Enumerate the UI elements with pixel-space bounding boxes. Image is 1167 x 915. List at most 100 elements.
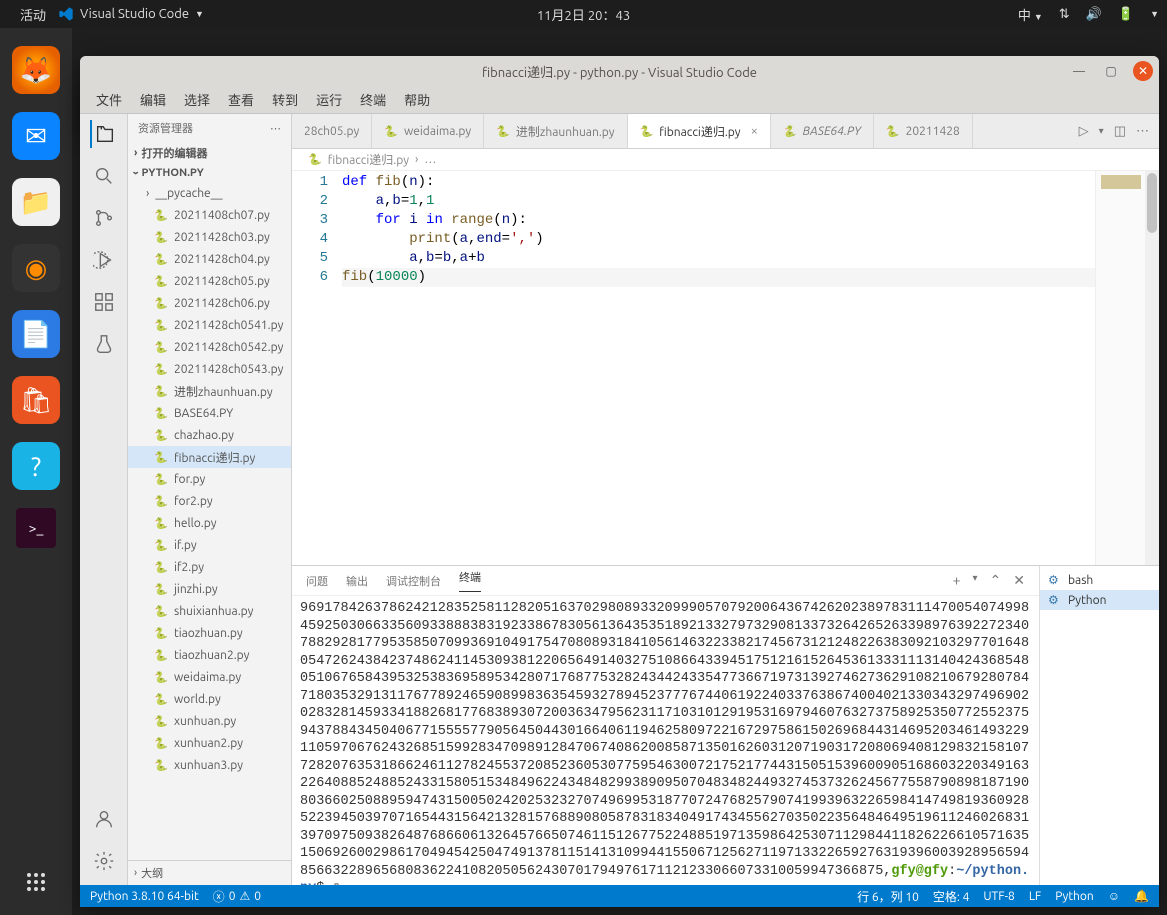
rhythmbox-icon[interactable]: ◉	[12, 244, 60, 292]
file-xunhuan3.py[interactable]: 🐍xunhuan3.py	[128, 754, 291, 776]
split-editor-icon[interactable]: ◫	[1114, 124, 1126, 139]
file-jinzhi.py[interactable]: 🐍jinzhi.py	[128, 578, 291, 600]
close-panel-icon[interactable]: ✕	[1013, 572, 1025, 589]
menu-查看[interactable]: 查看	[220, 88, 262, 111]
file-hello.py[interactable]: 🐍hello.py	[128, 512, 291, 534]
status-language[interactable]: Python	[1055, 890, 1094, 903]
feedback-icon[interactable]: ☺	[1108, 889, 1120, 903]
run-icon[interactable]: ▷	[1079, 124, 1089, 139]
file-20211408ch07.py[interactable]: 🐍20211408ch07.py	[128, 204, 291, 226]
scrollbar[interactable]	[1145, 171, 1159, 565]
menu-编辑[interactable]: 编辑	[132, 88, 174, 111]
file-20211428ch04.py[interactable]: 🐍20211428ch04.py	[128, 248, 291, 270]
libreoffice-icon[interactable]: 📄	[12, 310, 60, 358]
tab-problems[interactable]: 问题	[306, 573, 328, 589]
tab-debug-console[interactable]: 调试控制台	[386, 573, 441, 589]
firefox-icon[interactable]: 🦊	[12, 46, 60, 94]
more-icon[interactable]: ⋯	[270, 122, 281, 135]
extensions-icon[interactable]	[90, 288, 118, 316]
minimize-button[interactable]: —	[1069, 61, 1089, 81]
maximize-button[interactable]: ▢	[1101, 61, 1121, 81]
outline-section[interactable]: › 大纲	[128, 860, 291, 885]
file-20211428ch0541.py[interactable]: 🐍20211428ch0541.py	[128, 314, 291, 336]
window-titlebar[interactable]: fibnacci递归.py - python.py - Visual Studi…	[80, 56, 1159, 86]
testing-icon[interactable]	[90, 330, 118, 358]
code-content[interactable]: def fib(n): a,b=1,1 for i in range(n): p…	[342, 171, 1095, 565]
file-20211428ch0542.py[interactable]: 🐍20211428ch0542.py	[128, 336, 291, 358]
file-进制zhaunhuan.py[interactable]: 🐍进制zhaunhuan.py	[128, 380, 291, 402]
source-control-icon[interactable]	[90, 204, 118, 232]
new-terminal-icon[interactable]: +	[953, 572, 961, 589]
file-if2.py[interactable]: 🐍if2.py	[128, 556, 291, 578]
breadcrumb[interactable]: 🐍 fibnacci递归.py › …	[292, 149, 1159, 171]
volume-icon[interactable]: 🔊	[1086, 7, 1102, 22]
file-chazhao.py[interactable]: 🐍chazhao.py	[128, 424, 291, 446]
file-xunhuan2.py[interactable]: 🐍xunhuan2.py	[128, 732, 291, 754]
project-section[interactable]: › PYTHON.PY	[128, 164, 291, 182]
thunderbird-icon[interactable]: ✉	[12, 112, 60, 160]
help-icon[interactable]: ?	[12, 442, 60, 490]
file-20211428ch0543.py[interactable]: 🐍20211428ch0543.py	[128, 358, 291, 380]
tab-BASE64.PY[interactable]: 🐍BASE64.PY	[771, 114, 874, 148]
maximize-panel-icon[interactable]: ⌃	[990, 572, 1002, 589]
close-button[interactable]: ✕	[1133, 61, 1153, 81]
app-menu[interactable]: Visual Studio Code ▼	[58, 6, 204, 22]
status-eol[interactable]: LF	[1029, 890, 1041, 903]
network-icon[interactable]: ⇅	[1059, 7, 1070, 22]
menu-运行[interactable]: 运行	[308, 88, 350, 111]
file-20211428ch03.py[interactable]: 🐍20211428ch03.py	[128, 226, 291, 248]
tab-fibnacci递归.py[interactable]: 🐍fibnacci递归.py×	[628, 114, 771, 148]
clock[interactable]: 11月2日 20：43	[537, 5, 630, 24]
minimap[interactable]	[1095, 171, 1145, 565]
file-xunhuan.py[interactable]: 🐍xunhuan.py	[128, 710, 291, 732]
file-20211428ch05.py[interactable]: 🐍20211428ch05.py	[128, 270, 291, 292]
menu-终端[interactable]: 终端	[352, 88, 394, 111]
file-for.py[interactable]: 🐍for.py	[128, 468, 291, 490]
ubuntu-software-icon[interactable]: 🛍	[12, 376, 60, 424]
tab-terminal[interactable]: 终端	[459, 569, 481, 592]
file-20211428ch06.py[interactable]: 🐍20211428ch06.py	[128, 292, 291, 314]
terminal-session-bash[interactable]: ⚙bash	[1040, 570, 1159, 590]
tab-output[interactable]: 输出	[346, 573, 368, 589]
more-icon[interactable]: ⋯	[1136, 124, 1149, 139]
tab-weidaima.py[interactable]: 🐍weidaima.py	[372, 114, 484, 148]
bell-icon[interactable]: 🔔	[1134, 889, 1149, 903]
explorer-icon[interactable]	[90, 120, 118, 148]
chevron-down-icon[interactable]: ▾	[1099, 125, 1104, 137]
menu-转到[interactable]: 转到	[264, 88, 306, 111]
status-indent[interactable]: 空格: 4	[933, 888, 969, 905]
gear-icon[interactable]	[90, 847, 118, 875]
close-icon[interactable]: ×	[751, 124, 758, 138]
status-python[interactable]: Python 3.8.10 64-bit	[90, 890, 199, 903]
tab-进制zhaunhuan.py[interactable]: 🐍进制zhaunhuan.py	[484, 114, 627, 148]
menu-选择[interactable]: 选择	[176, 88, 218, 111]
menu-帮助[interactable]: 帮助	[396, 88, 438, 111]
file-if.py[interactable]: 🐍if.py	[128, 534, 291, 556]
terminal-session-Python[interactable]: ⚙Python	[1040, 590, 1159, 610]
tab-28ch05.py[interactable]: 28ch05.py	[292, 114, 372, 148]
file-weidaima.py[interactable]: 🐍weidaima.py	[128, 666, 291, 688]
chevron-down-icon[interactable]: ▾	[973, 572, 978, 589]
menu-文件[interactable]: 文件	[88, 88, 130, 111]
status-cursor-position[interactable]: 行 6，列 10	[857, 888, 919, 905]
terminal[interactable]: 9691784263786242128352581128205163702980…	[292, 596, 1039, 885]
debug-icon[interactable]	[90, 246, 118, 274]
file-for2.py[interactable]: 🐍for2.py	[128, 490, 291, 512]
tab-20211428[interactable]: 🐍20211428	[874, 114, 973, 148]
code-editor[interactable]: 123456 def fib(n): a,b=1,1 for i in rang…	[292, 171, 1159, 565]
file-tiaozhuan.py[interactable]: 🐍tiaozhuan.py	[128, 622, 291, 644]
input-method[interactable]: 中 ▼	[1018, 5, 1043, 24]
terminal-icon[interactable]: >_	[16, 508, 56, 548]
status-encoding[interactable]: UTF-8	[983, 890, 1014, 903]
open-editors-section[interactable]: › 打开的编辑器	[128, 142, 291, 164]
file-world.py[interactable]: 🐍world.py	[128, 688, 291, 710]
search-icon[interactable]	[90, 162, 118, 190]
file-BASE64.PY[interactable]: 🐍BASE64.PY	[128, 402, 291, 424]
activities-button[interactable]: 活动	[8, 5, 58, 24]
file-tiaozhuan2.py[interactable]: 🐍tiaozhuan2.py	[128, 644, 291, 666]
chevron-down-icon[interactable]: ▼	[1150, 9, 1159, 19]
files-icon[interactable]: 📁	[12, 178, 60, 226]
status-problems[interactable]: ⓧ0 ⚠0	[213, 888, 261, 905]
folder-pycache[interactable]: › __pycache__	[128, 182, 291, 204]
battery-icon[interactable]: 🔋	[1118, 7, 1134, 22]
